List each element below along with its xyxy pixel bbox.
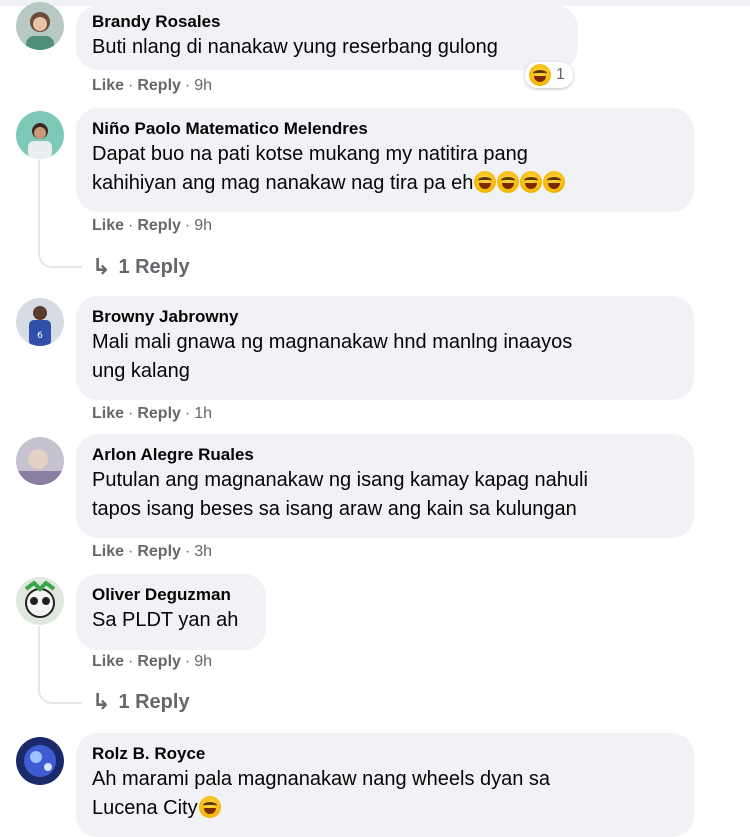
- reply-button[interactable]: Reply: [137, 77, 181, 94]
- comment-author[interactable]: Rolz B. Royce: [92, 743, 678, 765]
- reaction-badge[interactable]: 1: [525, 62, 573, 88]
- comment-time[interactable]: 1h: [194, 405, 212, 422]
- avatar[interactable]: [16, 2, 64, 50]
- comment-text-line: Dapat buo na pati kotse mukang my natiti…: [92, 143, 528, 165]
- replies-count: 1 Reply: [118, 690, 190, 713]
- avatar[interactable]: [16, 111, 64, 159]
- comment-actions: Like · Reply · 3h: [92, 543, 213, 560]
- like-button[interactable]: Like: [92, 217, 124, 234]
- reply-button[interactable]: Reply: [137, 653, 181, 670]
- reaction-count: 1: [556, 66, 565, 83]
- laughing-emoji-icon: [474, 171, 497, 193]
- comment-text-line: Ah marami pala magnanakaw nang wheels dy…: [92, 768, 551, 790]
- comment-text-line: ung kalang: [92, 360, 190, 382]
- comment-actions: Like · Reply · 1h: [92, 405, 213, 422]
- comment-text-line: Mali mali gnawa ng magnanakaw hnd manlng…: [92, 331, 573, 353]
- comment-text: Sa PLDT yan ah: [92, 609, 239, 631]
- avatar[interactable]: [16, 577, 64, 625]
- thread-connector: [38, 626, 82, 704]
- reply-arrow-icon: ↳: [92, 689, 111, 714]
- comment-time[interactable]: 9h: [194, 653, 212, 670]
- comment-text-line: Putulan ang magnanakaw ng isang kamay ka…: [92, 469, 588, 491]
- like-button[interactable]: Like: [92, 405, 124, 422]
- comment-bubble: Browny Jabrowny Mali mali gnawa ng magna…: [76, 296, 694, 400]
- laughing-emoji-icon: [529, 64, 551, 86]
- like-button[interactable]: Like: [92, 543, 124, 560]
- laughing-emoji-icon: [543, 171, 566, 193]
- thread-connector: [38, 160, 82, 268]
- comment-text-line: Lucena City: [92, 794, 678, 823]
- comment-text-line: tapos isang beses sa isang araw ang kain…: [92, 498, 577, 520]
- replies-count: 1 Reply: [118, 255, 190, 278]
- comment-actions: Like · Reply · 9h: [92, 653, 213, 670]
- comment-author[interactable]: Brandy Rosales: [92, 11, 562, 33]
- comment-time[interactable]: 9h: [194, 77, 212, 94]
- comment-author[interactable]: Browny Jabrowny: [92, 306, 678, 328]
- svg-text:6: 6: [37, 331, 43, 341]
- comment-text-line: kahihiyan ang mag nanakaw nag tira pa eh: [92, 169, 678, 198]
- laughing-emoji-icon: [520, 171, 543, 193]
- comment-bubble: Oliver Deguzman Sa PLDT yan ah: [76, 574, 266, 650]
- comment-bubble: Niño Paolo Matematico Melendres Dapat bu…: [76, 108, 694, 212]
- avatar[interactable]: [16, 437, 64, 485]
- reply-button[interactable]: Reply: [137, 405, 181, 422]
- comment-author[interactable]: Arlon Alegre Ruales: [92, 444, 678, 466]
- comment-author[interactable]: Oliver Deguzman: [92, 584, 250, 606]
- like-button[interactable]: Like: [92, 77, 124, 94]
- comment-actions: Like · Reply · 9h: [92, 217, 213, 234]
- avatar[interactable]: [16, 737, 64, 785]
- comment-time[interactable]: 3h: [194, 543, 212, 560]
- like-button[interactable]: Like: [92, 653, 124, 670]
- avatar[interactable]: 6: [16, 298, 64, 346]
- comment-author[interactable]: Niño Paolo Matematico Melendres: [92, 118, 678, 140]
- reply-button[interactable]: Reply: [137, 217, 181, 234]
- comment-actions: Like · Reply · 9h: [92, 77, 213, 94]
- view-replies-link[interactable]: ↳ 1 Reply: [92, 689, 190, 715]
- comment-bubble: Rolz B. Royce Ah marami pala magnanakaw …: [76, 733, 694, 837]
- comment-text: Buti nlang di nanakaw yung reserbang gul…: [92, 36, 498, 58]
- view-replies-link[interactable]: ↳ 1 Reply: [92, 254, 190, 280]
- laughing-emoji-icon: [497, 171, 520, 193]
- comment-bubble: Arlon Alegre Ruales Putulan ang magnanak…: [76, 434, 694, 538]
- comment-time[interactable]: 9h: [194, 217, 212, 234]
- reply-arrow-icon: ↳: [92, 254, 111, 279]
- smiling-emoji-icon: [198, 796, 221, 818]
- reply-button[interactable]: Reply: [137, 543, 181, 560]
- comment-bubble: Brandy Rosales Buti nlang di nanakaw yun…: [76, 6, 578, 70]
